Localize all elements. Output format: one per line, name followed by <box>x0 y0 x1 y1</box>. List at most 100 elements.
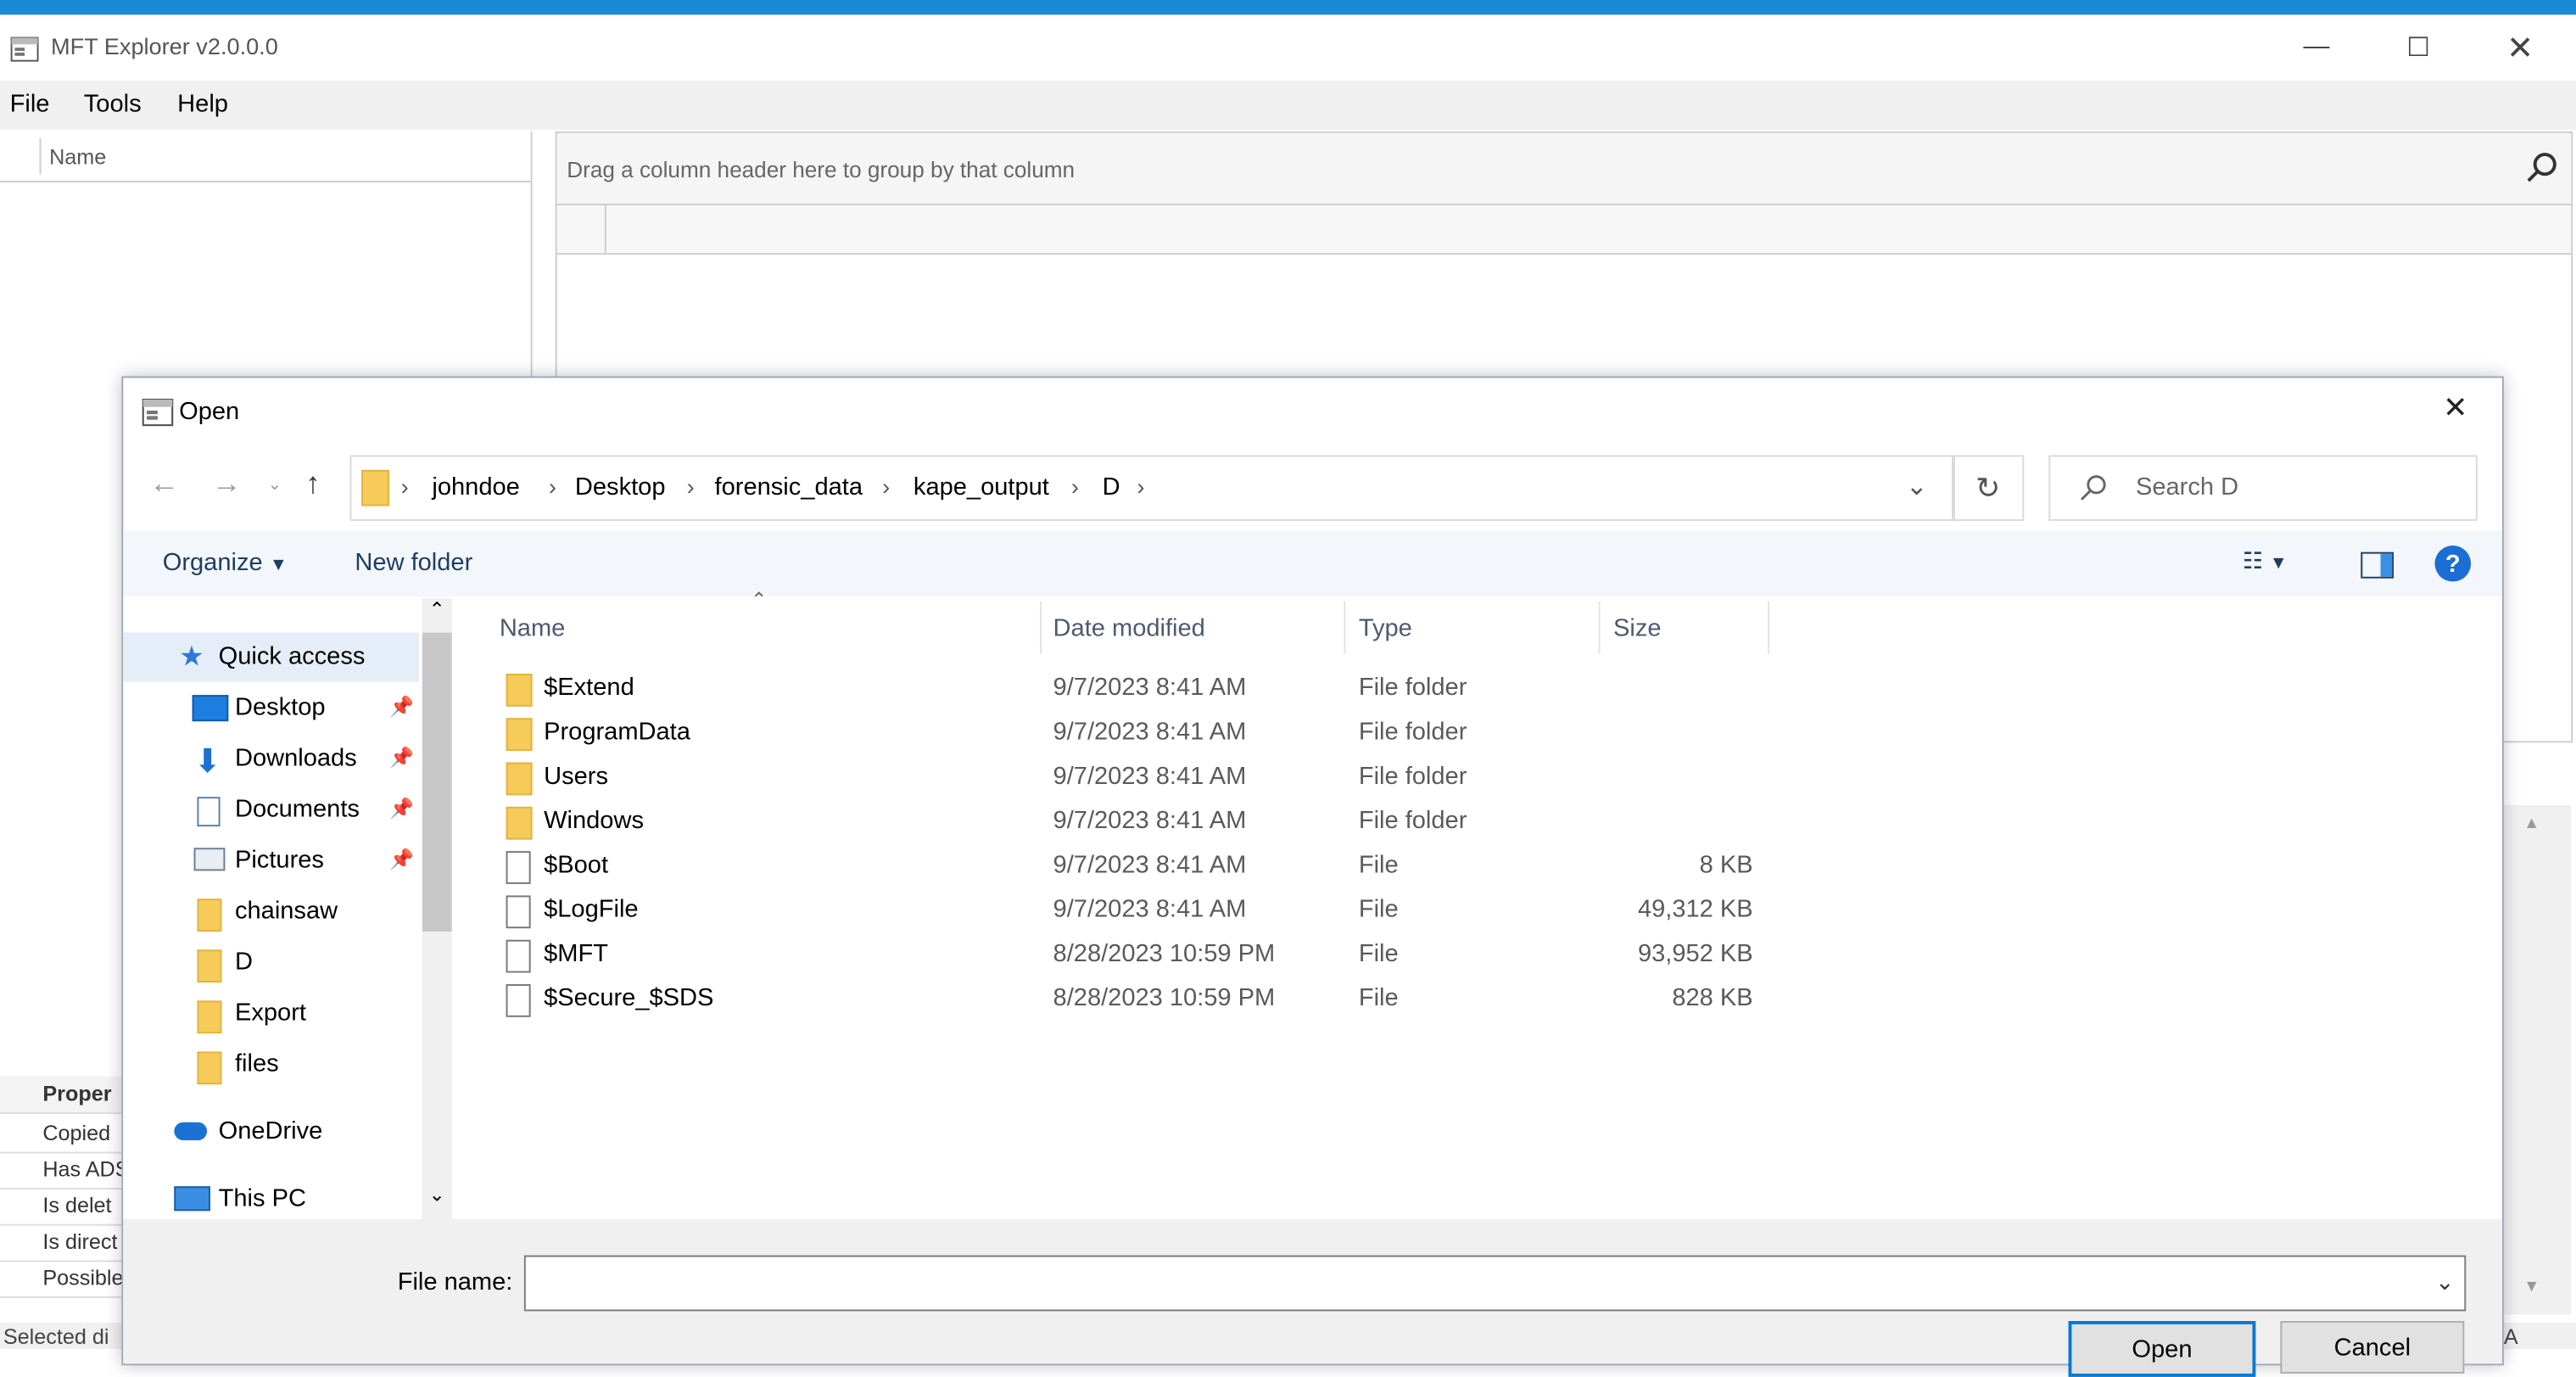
column-type[interactable]: Type <box>1359 614 1412 642</box>
nav-item-d[interactable]: D <box>123 938 419 988</box>
group-panel[interactable]: Drag a column header here to group by th… <box>556 132 2572 206</box>
group-hint: Drag a column header here to group by th… <box>567 157 1076 182</box>
property-label: Possible <box>42 1265 124 1290</box>
file-row[interactable]: $LogFile 9/7/2023 8:41 AM File 49,312 KB <box>488 887 1769 932</box>
breadcrumb-kape-output[interactable]: kape_output <box>914 473 1049 501</box>
chevron-down-icon[interactable]: ⌄ <box>2435 1268 2455 1296</box>
close-window-button[interactable]: ✕ <box>2469 14 2571 80</box>
grid-column-header[interactable] <box>556 205 2572 255</box>
new-folder-button[interactable]: New folder <box>355 549 472 577</box>
menu-tools[interactable]: Tools <box>84 91 142 119</box>
nav-label: chainsaw <box>234 897 338 926</box>
window-top-border <box>0 0 2576 15</box>
scroll-down-icon[interactable]: ▼ <box>2523 1279 2540 1296</box>
forward-arrow-icon[interactable]: → <box>212 467 242 501</box>
main-title-bar[interactable]: MFT Explorer v2.0.0.0 <box>0 14 2576 81</box>
file-icon <box>506 851 531 884</box>
column-divider[interactable] <box>1040 601 1042 654</box>
nav-item-downloads[interactable]: ⬇ Downloads 📌 <box>123 735 419 784</box>
folder-icon <box>197 1000 222 1034</box>
nav-label: Export <box>234 999 306 1027</box>
nav-scroll-thumb[interactable] <box>422 632 452 932</box>
column-divider[interactable] <box>1344 601 1346 654</box>
scroll-up-icon[interactable]: ▲ <box>2523 815 2540 833</box>
search-icon[interactable] <box>2525 151 2558 184</box>
menu-file[interactable]: File <box>10 91 50 119</box>
file-row[interactable]: Windows 9/7/2023 8:41 AM File folder <box>488 798 1769 842</box>
column-divider[interactable] <box>1768 601 1770 654</box>
file-row[interactable]: ProgramData 9/7/2023 8:41 AM File folder <box>488 710 1769 754</box>
nav-item-quick-access[interactable]: ★ Quick access <box>123 632 419 682</box>
column-date-modified[interactable]: Date modified <box>1053 614 1205 642</box>
properties-panel: Proper Copied Has ADS Is delet Is direct… <box>0 1076 126 1323</box>
property-label: Is delet <box>42 1192 112 1218</box>
file-date: 9/7/2023 8:41 AM <box>1053 895 1247 924</box>
scroll-down-icon[interactable]: ⌄ <box>429 1183 445 1206</box>
property-row[interactable]: Copied <box>0 1116 126 1154</box>
dialog-title: Open <box>179 397 240 426</box>
folder-icon <box>506 674 533 707</box>
property-row[interactable]: Has ADS <box>0 1152 126 1190</box>
nav-item-this-pc[interactable]: This PC <box>123 1175 419 1224</box>
nav-item-chainsaw[interactable]: chainsaw <box>123 887 419 937</box>
minimize-button[interactable]: — <box>2266 14 2367 80</box>
refresh-icon: ↻ <box>1975 470 2001 504</box>
file-row[interactable]: $Boot 9/7/2023 8:41 AM File 8 KB <box>488 842 1769 887</box>
file-type: File folder <box>1358 718 1467 747</box>
address-bar[interactable]: › johndoe › Desktop › forensic_data › ka… <box>349 455 1955 521</box>
nav-label: Pictures <box>234 846 324 875</box>
breadcrumb-separator-icon[interactable]: › <box>1137 473 1144 500</box>
nav-item-desktop[interactable]: Desktop 📌 <box>123 684 419 733</box>
file-row[interactable]: $MFT 8/28/2023 10:59 PM File 93,952 KB <box>488 932 1769 976</box>
vertical-scrollbar[interactable]: ▲ ▼ <box>2500 804 2572 1315</box>
back-arrow-icon[interactable]: ← <box>149 467 179 501</box>
breadcrumb-johndoe[interactable]: johndoe <box>432 473 519 501</box>
search-box[interactable]: Search D <box>2048 455 2478 521</box>
folder-icon <box>506 762 533 796</box>
pin-icon[interactable]: 📌 <box>389 797 414 820</box>
breadcrumb-d[interactable]: D <box>1103 473 1120 501</box>
nav-item-onedrive[interactable]: OneDrive <box>123 1107 419 1156</box>
organize-button[interactable]: Organize ▼ <box>163 549 288 577</box>
nav-item-export[interactable]: Export <box>123 989 419 1038</box>
up-arrow-icon[interactable]: ↑ <box>305 467 320 501</box>
dialog-title-bar[interactable]: Open ✕ <box>123 378 2502 443</box>
property-row[interactable]: Possible <box>0 1260 126 1298</box>
recent-chevron-icon[interactable]: ⌄ <box>268 477 282 495</box>
nav-item-pictures[interactable]: Pictures 📌 <box>123 837 419 886</box>
navigation-pane[interactable]: ★ Quick access Desktop 📌 ⬇ Downloads 📌 D… <box>123 597 452 1219</box>
maximize-button[interactable]: ☐ <box>2367 14 2469 80</box>
preview-pane-icon[interactable] <box>2361 551 2394 579</box>
dropdown-arrow-icon: ▼ <box>269 555 288 575</box>
scroll-up-icon[interactable]: ⌃ <box>429 598 445 621</box>
column-size[interactable]: Size <box>1613 614 1662 642</box>
help-icon[interactable]: ? <box>2434 545 2472 582</box>
pin-icon[interactable]: 📌 <box>389 848 414 870</box>
pin-icon[interactable]: 📌 <box>389 746 414 769</box>
open-dialog[interactable]: Open ✕ ← → ⌄ ↑ › johndoe › Desktop › for… <box>121 376 2504 1377</box>
file-row[interactable]: $Extend 9/7/2023 8:41 AM File folder <box>488 665 1769 709</box>
refresh-button[interactable]: ↻ <box>1952 455 2025 521</box>
view-options-icon[interactable]: ☷ ▼ <box>2243 547 2288 575</box>
file-name-input[interactable]: ⌄ <box>523 1255 2467 1312</box>
property-row[interactable]: Is delet <box>0 1188 126 1226</box>
column-name[interactable]: Name <box>500 614 566 642</box>
property-row[interactable]: Is direct <box>0 1224 126 1262</box>
pin-icon[interactable]: 📌 <box>389 695 414 718</box>
tree-header[interactable]: Name <box>0 131 531 182</box>
file-row[interactable]: Users 9/7/2023 8:41 AM File folder <box>488 754 1769 798</box>
address-dropdown-icon[interactable]: ⌄ <box>1906 470 1928 503</box>
status-text: Selected di <box>3 1324 109 1349</box>
nav-item-documents[interactable]: Documents 📌 <box>123 786 419 835</box>
file-name-label: File name: <box>397 1268 513 1296</box>
file-name: ProgramData <box>544 718 690 747</box>
breadcrumb-desktop[interactable]: Desktop <box>575 473 666 501</box>
column-divider[interactable] <box>1598 601 1601 654</box>
menu-help[interactable]: Help <box>177 91 228 119</box>
nav-item-files[interactable]: files <box>123 1040 419 1089</box>
breadcrumb-forensic-data[interactable]: forensic_data <box>715 473 863 501</box>
dialog-close-icon[interactable]: ✕ <box>2443 391 2467 426</box>
file-date: 9/7/2023 8:41 AM <box>1053 762 1247 791</box>
file-row[interactable]: $Secure_$SDS 8/28/2023 10:59 PM File 828… <box>488 976 1769 1020</box>
cancel-button[interactable]: Cancel <box>2280 1321 2465 1374</box>
